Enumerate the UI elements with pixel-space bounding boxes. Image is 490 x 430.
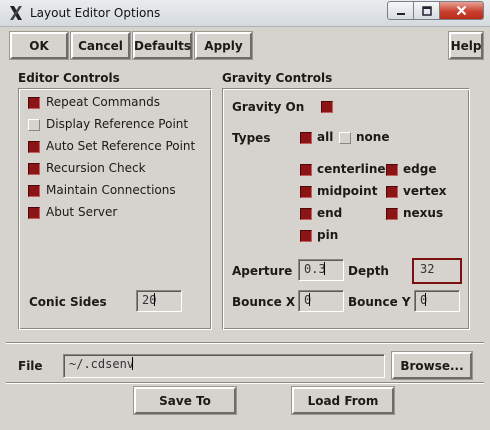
ok-button[interactable]: OK <box>9 31 69 60</box>
bounce-x-label: Bounce X <box>232 295 296 309</box>
file-path-input[interactable]: ~/.cdsenv <box>63 354 385 378</box>
maintain-connections-label: Maintain Connections <box>46 183 176 197</box>
save-to-button[interactable]: Save To <box>133 386 237 415</box>
depth-value: 32 <box>420 262 435 276</box>
aperture-label: Aperture <box>232 264 293 278</box>
window-title: Layout Editor Options <box>30 6 161 20</box>
file-label: File <box>18 359 43 373</box>
defaults-button[interactable]: Defaults <box>132 31 193 60</box>
text-caret <box>425 293 427 306</box>
help-button[interactable]: Help <box>448 31 484 60</box>
bounce-y-label: Bounce Y <box>348 295 411 309</box>
type-end-label: end <box>317 206 343 220</box>
apply-button[interactable]: Apply <box>194 31 253 60</box>
abut-server-label: Abut Server <box>46 205 118 219</box>
type-pin-label: pin <box>317 228 339 242</box>
cancel-button[interactable]: Cancel <box>70 31 131 60</box>
browse-button[interactable]: Browse... <box>391 351 473 380</box>
type-edge-label: edge <box>403 162 437 176</box>
x-logo-icon <box>10 6 22 20</box>
type-none-checkbox[interactable] <box>339 132 351 144</box>
gravity-controls-heading: Gravity Controls <box>222 71 333 85</box>
type-none-label: none <box>356 130 390 144</box>
type-midpoint-label: midpoint <box>317 184 378 198</box>
editor-controls-heading: Editor Controls <box>18 71 120 85</box>
type-nexus-label: nexus <box>403 206 444 220</box>
auto-set-reference-point-checkbox[interactable] <box>28 141 40 153</box>
type-pin-checkbox[interactable] <box>300 230 312 242</box>
type-centerline-checkbox[interactable] <box>300 164 312 176</box>
aperture-value: 0.3 <box>304 262 326 276</box>
bounce-y-input[interactable]: 0 <box>414 290 460 312</box>
conic-sides-label: Conic Sides <box>29 295 107 309</box>
type-midpoint-checkbox[interactable] <box>300 186 312 198</box>
display-reference-point-checkbox[interactable] <box>28 119 40 131</box>
depth-input[interactable]: 32 <box>412 258 462 284</box>
title-bar[interactable]: Layout Editor Options <box>0 0 490 27</box>
type-centerline-label: centerline <box>317 162 386 176</box>
abut-server-checkbox[interactable] <box>28 207 40 219</box>
display-reference-point-label: Display Reference Point <box>46 117 189 131</box>
conic-sides-input[interactable]: 20 <box>136 290 182 312</box>
type-all-checkbox[interactable] <box>300 132 312 144</box>
minimize-icon <box>396 12 405 15</box>
depth-label: Depth <box>348 264 389 278</box>
maximize-icon <box>421 5 432 16</box>
recursion-check-label: Recursion Check <box>46 161 146 175</box>
maximize-button[interactable] <box>414 1 440 20</box>
type-edge-checkbox[interactable] <box>386 164 398 176</box>
recursion-check-checkbox[interactable] <box>28 163 40 175</box>
gravity-on-checkbox[interactable] <box>321 101 333 113</box>
types-label: Types <box>232 131 271 145</box>
text-caret <box>154 293 156 306</box>
text-caret <box>132 357 134 370</box>
window-controls <box>387 1 484 20</box>
bounce-x-input[interactable]: 0 <box>298 290 344 312</box>
type-vertex-checkbox[interactable] <box>386 186 398 198</box>
close-button[interactable] <box>440 1 484 20</box>
close-icon <box>456 5 467 16</box>
minimize-button[interactable] <box>387 1 414 20</box>
maintain-connections-checkbox[interactable] <box>28 185 40 197</box>
text-caret <box>309 293 311 306</box>
type-all-label: all <box>317 130 334 144</box>
repeat-commands-label: Repeat Commands <box>46 95 160 109</box>
type-vertex-label: vertex <box>403 184 447 198</box>
gravity-on-label: Gravity On <box>232 100 305 114</box>
load-from-button[interactable]: Load From <box>291 386 395 415</box>
auto-set-reference-point-label: Auto Set Reference Point <box>46 139 196 153</box>
type-nexus-checkbox[interactable] <box>386 208 398 220</box>
file-path-value: ~/.cdsenv <box>69 357 135 371</box>
type-end-checkbox[interactable] <box>300 208 312 220</box>
repeat-commands-checkbox[interactable] <box>28 97 40 109</box>
aperture-input[interactable]: 0.3 <box>298 259 344 281</box>
text-caret <box>323 262 325 275</box>
